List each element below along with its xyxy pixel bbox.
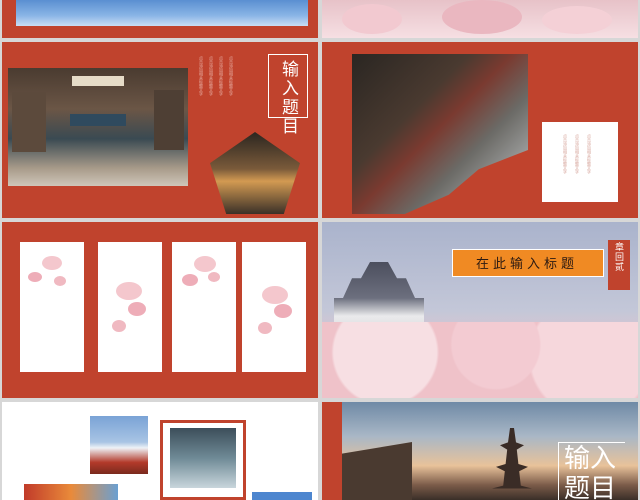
side-label: 章回贰 [613, 242, 623, 272]
blossom-card-2 [98, 242, 162, 372]
slide-thumbnail-2[interactable] [322, 0, 638, 38]
blossom-trees [322, 322, 638, 398]
slide-thumbnail-4[interactable]: 点击添加相关标题文字 点击添加相关标题文字 点击添加相关标题文字 [322, 42, 638, 218]
slide-title: 输入题目 [278, 60, 298, 136]
caption-text: 点击添加相关标题文字 [199, 56, 204, 96]
street-photo [352, 54, 528, 214]
slide-thumbnail-6[interactable]: 在此输入标题 章回贰 [322, 222, 638, 398]
blossom-card-1 [20, 242, 84, 372]
blossom-card-4 [242, 242, 306, 372]
slide-title-2: 输入题目 [564, 444, 617, 500]
fuji-photo [90, 416, 148, 474]
slide-thumbnail-1[interactable] [2, 0, 318, 38]
card-text: 点击添加相关标题文字 [563, 134, 568, 174]
autumn-photo [24, 484, 118, 500]
card-text-2: 点击添加相关标题文字 [575, 134, 580, 174]
caption-text-4: 点击添加相关标题文字 [229, 56, 234, 96]
caption-text-3: 点击添加相关标题文字 [219, 56, 224, 96]
slide-thumbnail-3[interactable]: 点击添加相关标题文字 点击添加相关标题文字 点击添加相关标题文字 点击添加相关标… [2, 42, 318, 218]
storefront-photo [8, 68, 188, 186]
onsen-photo [170, 428, 236, 488]
blossom-card-3 [172, 242, 236, 372]
alley-photo [210, 132, 300, 214]
sky-strip-photo [252, 492, 312, 500]
caption-text-2: 点击添加相关标题文字 [209, 56, 214, 96]
slide-thumbnail-8[interactable]: 输入题目 [322, 402, 638, 500]
slide-thumbnail-7[interactable] [2, 402, 318, 500]
card-text-3: 点击添加相关标题文字 [587, 134, 592, 174]
slide-thumbnail-5[interactable] [2, 222, 318, 398]
sky-photo [16, 0, 308, 26]
banner-text: 在此输入标题 [475, 257, 578, 272]
